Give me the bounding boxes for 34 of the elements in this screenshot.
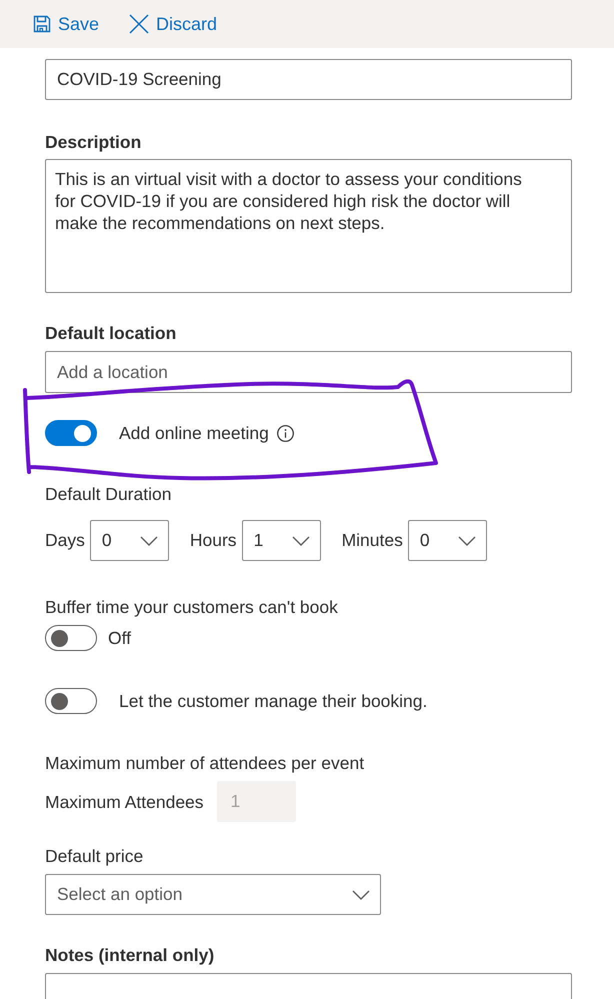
toggle-label: Let the customer manage their booking. xyxy=(119,690,428,713)
toggle-switch[interactable] xyxy=(45,625,97,651)
chevron-down-icon xyxy=(140,536,158,546)
duration-dropdown[interactable]: 0 xyxy=(90,520,169,561)
duration-label: Minutes xyxy=(342,530,403,551)
toggle-switch[interactable] xyxy=(45,420,97,446)
toggle-state-text: Off xyxy=(108,627,132,650)
toggle-switch[interactable] xyxy=(45,688,97,714)
chevron-down-icon xyxy=(352,890,370,900)
duration-label: Days xyxy=(45,530,85,551)
field-label: Maximum Attendees xyxy=(45,790,204,814)
field-label: Default location xyxy=(45,322,176,345)
location-field[interactable]: Add a location xyxy=(45,351,572,393)
field-label: Notes (internal only) xyxy=(45,944,214,967)
duration-label: Hours xyxy=(190,530,237,551)
info-icon[interactable] xyxy=(276,424,294,442)
close-icon xyxy=(129,14,150,34)
description-field[interactable]: This is an virtual visit with a doctor to assess your conditions for COVID-19 if you are considered high risk the doctor will make the recommendations on next steps. xyxy=(45,159,572,293)
field-label: Maximum number of attendees per event xyxy=(45,752,364,775)
save-icon xyxy=(33,15,51,33)
field-label: Default price xyxy=(45,845,144,868)
chevron-down-icon xyxy=(458,536,476,546)
chevron-down-icon xyxy=(292,536,310,546)
duration-dropdown[interactable]: 1 xyxy=(242,520,321,561)
duration-dropdown[interactable]: 0 xyxy=(408,520,487,561)
field-label: Default Duration xyxy=(45,483,172,506)
field-label: Description xyxy=(45,131,142,154)
discard-button[interactable]: Discard xyxy=(126,10,220,38)
field-label: Buffer time your customers can't book xyxy=(45,596,338,619)
service-name-field[interactable]: COVID-19 Screening xyxy=(45,59,572,100)
price-dropdown[interactable]: Select an option xyxy=(45,874,381,915)
notes-field[interactable] xyxy=(45,973,572,999)
save-button[interactable]: Save xyxy=(30,10,102,38)
toggle-label: Add online meeting xyxy=(119,422,269,445)
